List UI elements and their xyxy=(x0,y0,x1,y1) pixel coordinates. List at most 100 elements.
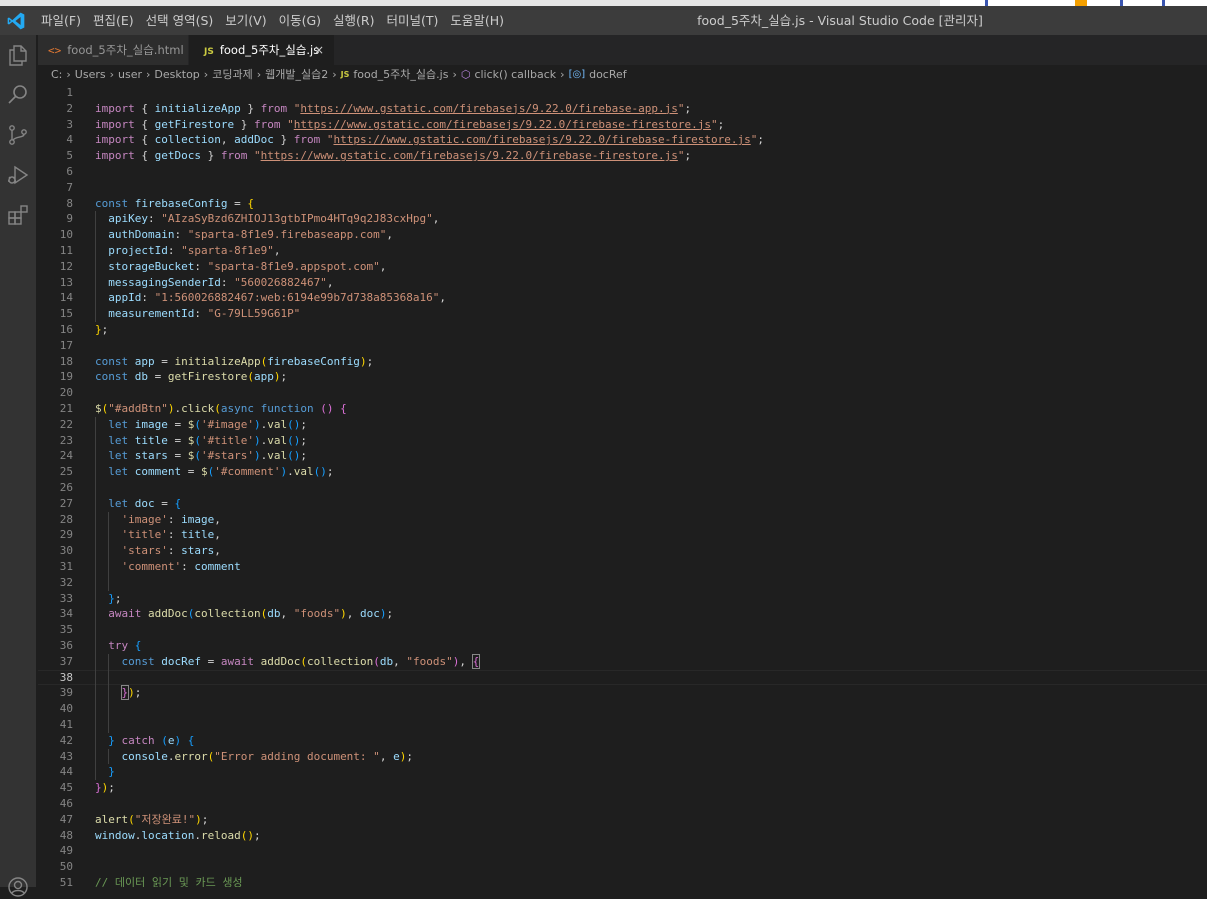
code-line[interactable]: 40 xyxy=(38,701,1207,717)
breadcrumb-segment[interactable]: Desktop xyxy=(154,68,199,81)
tab-js-file[interactable]: JS food_5주차_실습.js × xyxy=(189,35,334,65)
menu-item[interactable]: 편집(E) xyxy=(87,6,140,35)
close-icon[interactable]: × xyxy=(314,35,324,65)
breadcrumb-segment[interactable]: 웹개발_실습2 xyxy=(265,66,328,82)
code-line[interactable]: 33 }; xyxy=(38,591,1207,607)
code-line[interactable]: 44 } xyxy=(38,764,1207,780)
code-line[interactable]: 28 'image': image, xyxy=(38,512,1207,528)
code-line[interactable]: 7 xyxy=(38,180,1207,196)
breadcrumb-segment[interactable]: C: xyxy=(51,68,62,81)
code-line[interactable]: 18 const app = initializeApp(firebaseConf… xyxy=(38,354,1207,370)
account-icon[interactable] xyxy=(6,875,30,899)
line-number: 1 xyxy=(66,86,73,99)
code-text: 'title': title, xyxy=(121,528,221,542)
code-line[interactable]: 17 xyxy=(38,338,1207,354)
menu-item[interactable]: 터미널(T) xyxy=(381,6,445,35)
code-text: console.error("Error adding document: ",… xyxy=(121,749,413,763)
line-number: 6 xyxy=(66,165,73,178)
code-line[interactable]: 32 xyxy=(38,575,1207,591)
code-line[interactable]: 24 let stars = $('#stars').val(); xyxy=(38,448,1207,464)
breadcrumb-segment[interactable]: 코딩과제 xyxy=(212,66,252,82)
code-line[interactable]: 21 $("#addBtn").click(async function () { xyxy=(38,401,1207,417)
code-line[interactable]: 12 storageBucket: "sparta-8f1e9.appspot.… xyxy=(38,259,1207,275)
menu-item[interactable]: 실행(R) xyxy=(327,6,380,35)
html-icon: <> xyxy=(48,44,62,57)
line-number: 11 xyxy=(59,244,73,257)
code-line[interactable]: 34 await addDoc(collection(db, "foods"),… xyxy=(38,606,1207,622)
tab-html-file[interactable]: <> food_5주차_실습.html xyxy=(38,35,188,65)
code-line[interactable]: 27 let doc = { xyxy=(38,496,1207,512)
code-line[interactable]: 13 messagingSenderId: "560026882467", xyxy=(38,275,1207,291)
code-line[interactable]: 46 xyxy=(38,796,1207,812)
code-line[interactable]: 50 xyxy=(38,859,1207,875)
line-number: 40 xyxy=(59,702,73,716)
line-number: 35 xyxy=(59,623,73,637)
code-line[interactable]: 2 import { initializeApp } from "https://… xyxy=(38,101,1207,117)
code-line[interactable]: 43 console.error("Error adding document:… xyxy=(38,749,1207,765)
code-line[interactable]: 45}); xyxy=(38,780,1207,796)
code-line[interactable]: 47 alert("저장완료!"); xyxy=(38,812,1207,828)
extensions-icon[interactable] xyxy=(6,203,30,227)
menu-bar: 파일(F) 편집(E) 선택 영역(S) 보기(V) 이동(G) 실행(R) 터미널(T) 도… xyxy=(35,6,510,35)
code-line[interactable]: 38 xyxy=(38,670,1207,686)
code-text: authDomain: "sparta-8f1e9.firebaseapp.co… xyxy=(108,228,394,242)
code-line[interactable]: 19 const db = getFirestore(app); xyxy=(38,369,1207,385)
code-text: alert("저장완료!"); xyxy=(95,812,209,826)
line-number: 32 xyxy=(59,575,73,589)
code-line[interactable]: 11 projectId: "sparta-8f1e9", xyxy=(38,243,1207,259)
line-number: 13 xyxy=(59,275,73,289)
breadcrumb-file[interactable]: food_5주차_실습.js xyxy=(353,66,448,82)
code-line[interactable]: 20 xyxy=(38,385,1207,401)
code-editor[interactable]: 1 2 import { initializeApp } from "https:/… xyxy=(38,83,1207,887)
breadcrumb-symbol-function[interactable]: click() callback xyxy=(474,68,556,81)
code-line[interactable]: 39 }); xyxy=(38,685,1207,701)
code-line[interactable]: 29 'title': title, xyxy=(38,527,1207,543)
code-line[interactable]: 8 const firebaseConfig = { xyxy=(38,196,1207,212)
breadcrumb-symbol-variable[interactable]: docRef xyxy=(589,68,627,81)
code-line[interactable]: 31 'comment': comment xyxy=(38,559,1207,575)
line-number: 4 xyxy=(66,133,73,147)
source-control-icon[interactable] xyxy=(6,123,30,147)
code-text: import { initializeApp } from "https://w… xyxy=(95,101,692,115)
code-text: 'comment': comment xyxy=(121,560,241,573)
code-line[interactable]: 1 xyxy=(38,85,1207,101)
code-line[interactable]: 37 const docRef = await addDoc(collectio… xyxy=(38,653,1207,670)
code-line[interactable]: 41 xyxy=(38,717,1207,733)
code-line[interactable]: 42 } catch (e) { xyxy=(38,733,1207,749)
breadcrumb: C: › Users › user › Desktop › 코딩과제 › 웹개발_실습2 ›… xyxy=(38,65,1207,83)
code-line[interactable]: 35 xyxy=(38,622,1207,638)
tab-label: food_5주차_실습.js xyxy=(219,43,320,57)
code-line[interactable]: 25 let comment = $('#comment').val(); xyxy=(38,464,1207,480)
code-line[interactable]: 5 import { getDocs } from "https://www.gs… xyxy=(38,148,1207,164)
code-line[interactable]: 9 apiKey: "AIzaSyBzd6ZHIOJ13gtbIPmo4HTq9… xyxy=(38,211,1207,227)
code-line[interactable]: 6 xyxy=(38,164,1207,180)
code-line[interactable]: 30 'stars': stars, xyxy=(38,543,1207,559)
code-line[interactable]: 3 import { getFirestore } from "https://w… xyxy=(38,117,1207,133)
menu-item[interactable]: 보기(V) xyxy=(219,6,272,35)
code-line[interactable]: 22 let image = $('#image').val(); xyxy=(38,417,1207,433)
code-line[interactable]: 26 xyxy=(38,480,1207,496)
code-line[interactable]: 51 // 데이터 읽기 및 카드 생성 xyxy=(38,875,1207,887)
breadcrumb-segment[interactable]: user xyxy=(118,68,142,81)
menu-item[interactable]: 선택 영역(S) xyxy=(140,6,220,35)
menu-item[interactable]: 이동(G) xyxy=(273,6,327,35)
run-debug-icon[interactable] xyxy=(6,163,30,187)
explorer-icon[interactable] xyxy=(6,43,30,67)
code-line[interactable]: 15 measurementId: "G-79LL59G61P" xyxy=(38,306,1207,322)
search-icon[interactable] xyxy=(6,83,30,107)
code-text: let comment = $('#comment').val(); xyxy=(108,465,334,479)
menu-item[interactable]: 도움말(H) xyxy=(444,6,510,35)
menu-item[interactable]: 파일(F) xyxy=(35,6,87,35)
code-line[interactable]: 49 xyxy=(38,843,1207,859)
code-line[interactable]: 36 try { xyxy=(38,638,1207,654)
code-line[interactable]: 4 import { collection, addDoc } from "htt… xyxy=(38,132,1207,148)
line-number: 45 xyxy=(59,781,73,795)
code-line[interactable]: 14 appId: "1:560026882467:web:6194e99b7d… xyxy=(38,290,1207,306)
code-line[interactable]: 16}; xyxy=(38,322,1207,338)
code-line[interactable]: 48 window.location.reload(); xyxy=(38,828,1207,844)
title-bar: 파일(F) 편집(E) 선택 영역(S) 보기(V) 이동(G) 실행(R) 터미널(T) 도… xyxy=(0,6,1207,35)
line-number: 46 xyxy=(59,797,73,810)
code-line[interactable]: 23 let title = $('#title').val(); xyxy=(38,433,1207,449)
code-line[interactable]: 10 authDomain: "sparta-8f1e9.firebaseapp… xyxy=(38,227,1207,243)
breadcrumb-segment[interactable]: Users xyxy=(75,68,106,81)
